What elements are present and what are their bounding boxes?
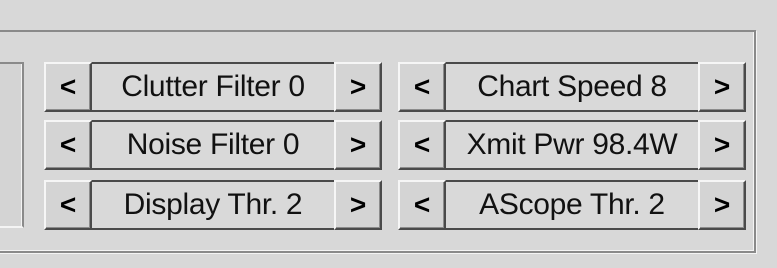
display-threshold-control: < Display Thr. 2 > <box>44 180 382 230</box>
noise-filter-control: < Noise Filter 0 > <box>44 120 382 170</box>
clutter-filter-increase-button[interactable]: > <box>334 62 382 112</box>
ascope-threshold-increase-button[interactable]: > <box>698 180 746 230</box>
display-threshold-decrease-button[interactable]: < <box>44 180 92 230</box>
noise-filter-decrease-button[interactable]: < <box>44 120 92 170</box>
xmit-power-control: < Xmit Pwr 98.4W > <box>398 120 746 170</box>
display-threshold-label: Display Thr. 2 <box>92 180 334 230</box>
chart-speed-decrease-button[interactable]: < <box>398 62 446 112</box>
ascope-threshold-label: AScope Thr. 2 <box>446 180 698 230</box>
chart-speed-increase-button[interactable]: > <box>698 62 746 112</box>
clutter-filter-decrease-button[interactable]: < <box>44 62 92 112</box>
xmit-power-label: Xmit Pwr 98.4W <box>446 120 698 170</box>
left-panel <box>0 62 24 228</box>
xmit-power-decrease-button[interactable]: < <box>398 120 446 170</box>
ascope-threshold-control: < AScope Thr. 2 > <box>398 180 746 230</box>
clutter-filter-label: Clutter Filter 0 <box>92 62 334 112</box>
chart-speed-control: < Chart Speed 8 > <box>398 62 746 112</box>
noise-filter-increase-button[interactable]: > <box>334 120 382 170</box>
xmit-power-increase-button[interactable]: > <box>698 120 746 170</box>
noise-filter-label: Noise Filter 0 <box>92 120 334 170</box>
display-threshold-increase-button[interactable]: > <box>334 180 382 230</box>
clutter-filter-control: < Clutter Filter 0 > <box>44 62 382 112</box>
chart-speed-label: Chart Speed 8 <box>446 62 698 112</box>
ascope-threshold-decrease-button[interactable]: < <box>398 180 446 230</box>
